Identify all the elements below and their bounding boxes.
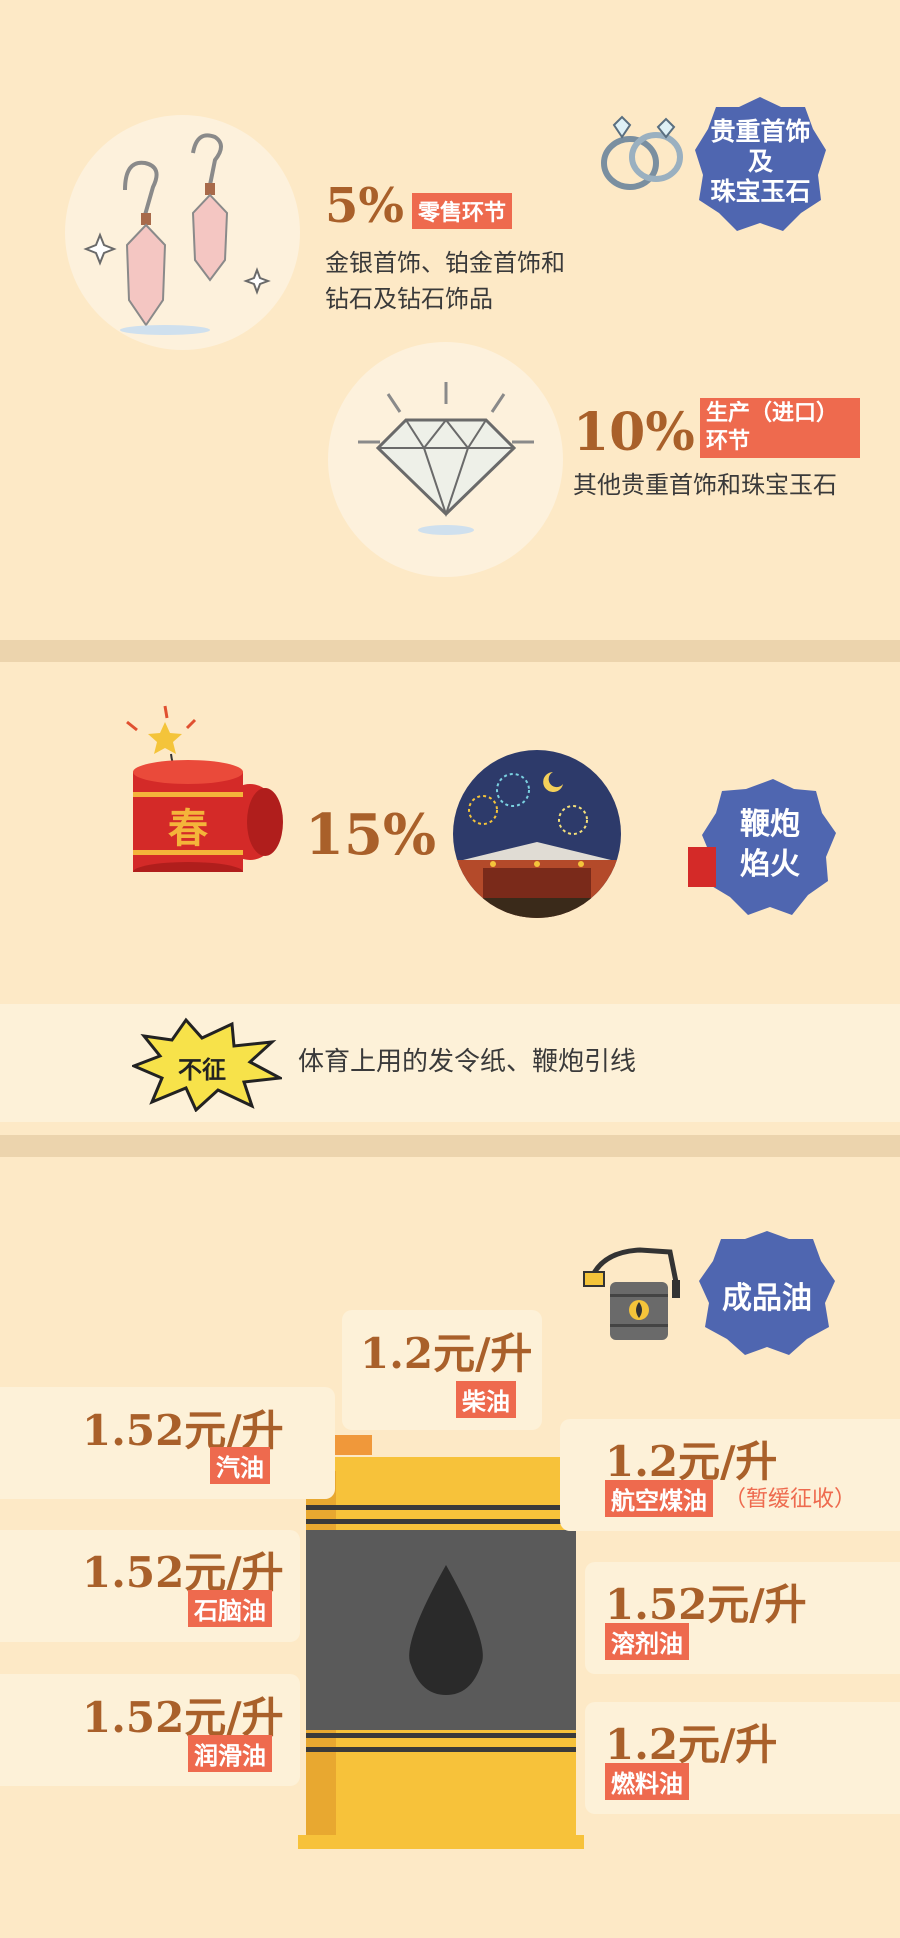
diamond-icon (358, 382, 534, 535)
solvent-label: 溶剂油 (605, 1623, 689, 1660)
earring-icon (83, 133, 271, 335)
production-stage-tag-line2: 环节 (706, 429, 751, 454)
rings-icon (601, 115, 683, 190)
jewelry-badge-line3: 珠宝玉石 (710, 177, 811, 206)
night-fireworks-icon (453, 772, 621, 918)
jewelry-badge-line1: 贵重首饰 (710, 117, 811, 146)
jewelry-desc-line1: 金银首饰、铂金首饰和 (325, 249, 565, 277)
aviation-note: （暂缓征收） (724, 1487, 857, 1512)
jewelry-desc-line2: 钻石及钻石饰品 (325, 285, 493, 313)
gasoline-label: 汽油 (210, 1447, 270, 1484)
oil-pump-icon (583, 1247, 680, 1340)
fireworks-badge-line1: 鞭炮 (740, 807, 800, 842)
jewelry-rate-10: 10% (573, 402, 695, 463)
jewelry-rate-5: 5% (325, 178, 405, 234)
fuel-label: 燃料油 (605, 1763, 689, 1800)
diamond-illustration (328, 342, 563, 577)
naphtha-label: 石脑油 (188, 1590, 272, 1627)
lubricant-label: 润滑油 (188, 1735, 272, 1772)
oil-section: 成品油 1.2元/升 柴油 1.52元/升 汽油 1.2元/升 航空煤油 （暂缓… (0, 1157, 900, 1938)
section-divider-2 (0, 1135, 900, 1157)
section-divider-1 (0, 640, 900, 662)
oil-badge: 成品油 (697, 1229, 837, 1357)
oil-barrel-icon (298, 1435, 584, 1849)
production-stage-tag-line1: 生产（进口） (706, 401, 839, 426)
diesel-label: 柴油 (456, 1381, 516, 1418)
earrings-illustration (65, 115, 300, 350)
diesel-price: 1.2元/升 (360, 1329, 533, 1378)
jewelry-desc-other: 其他贵重首饰和珠宝玉石 (573, 471, 837, 499)
jewelry-badge-line2: 及 (747, 147, 773, 176)
production-stage-tag: 生产（进口） 环节 (700, 398, 860, 458)
exempt-desc: 体育上用的发令纸、鞭炮引线 (298, 1047, 637, 1077)
retail-stage-tag: 零售环节 (412, 193, 513, 229)
chun-character: 春 (168, 806, 208, 852)
firecracker-icon: 春 (126, 705, 283, 872)
exempt-tag: 不征 (178, 1056, 226, 1084)
jewelry-section: 5% 零售环节 金银首饰、铂金首饰和 钻石及钻石饰品 贵重首饰 及 珠宝玉石 1… (0, 0, 900, 640)
aviation-label: 航空煤油 (605, 1480, 713, 1517)
fireworks-badge: 鞭炮 焰火 (688, 777, 838, 919)
fireworks-night-scene (453, 750, 621, 918)
fireworks-section: 春 15% 鞭炮 焰火 不征 体育上用的发令纸、鞭炮引线 (0, 662, 900, 1152)
oil-badge-label: 成品油 (722, 1281, 812, 1316)
fireworks-badge-line2: 焰火 (740, 847, 800, 882)
exempt-row: 不征 体育上用的发令纸、鞭炮引线 (0, 1004, 900, 1122)
jewelry-badge: 贵重首饰 及 珠宝玉石 (693, 95, 828, 235)
exempt-burst: 不征 (132, 1016, 282, 1112)
fireworks-rate: 15% (305, 802, 437, 868)
